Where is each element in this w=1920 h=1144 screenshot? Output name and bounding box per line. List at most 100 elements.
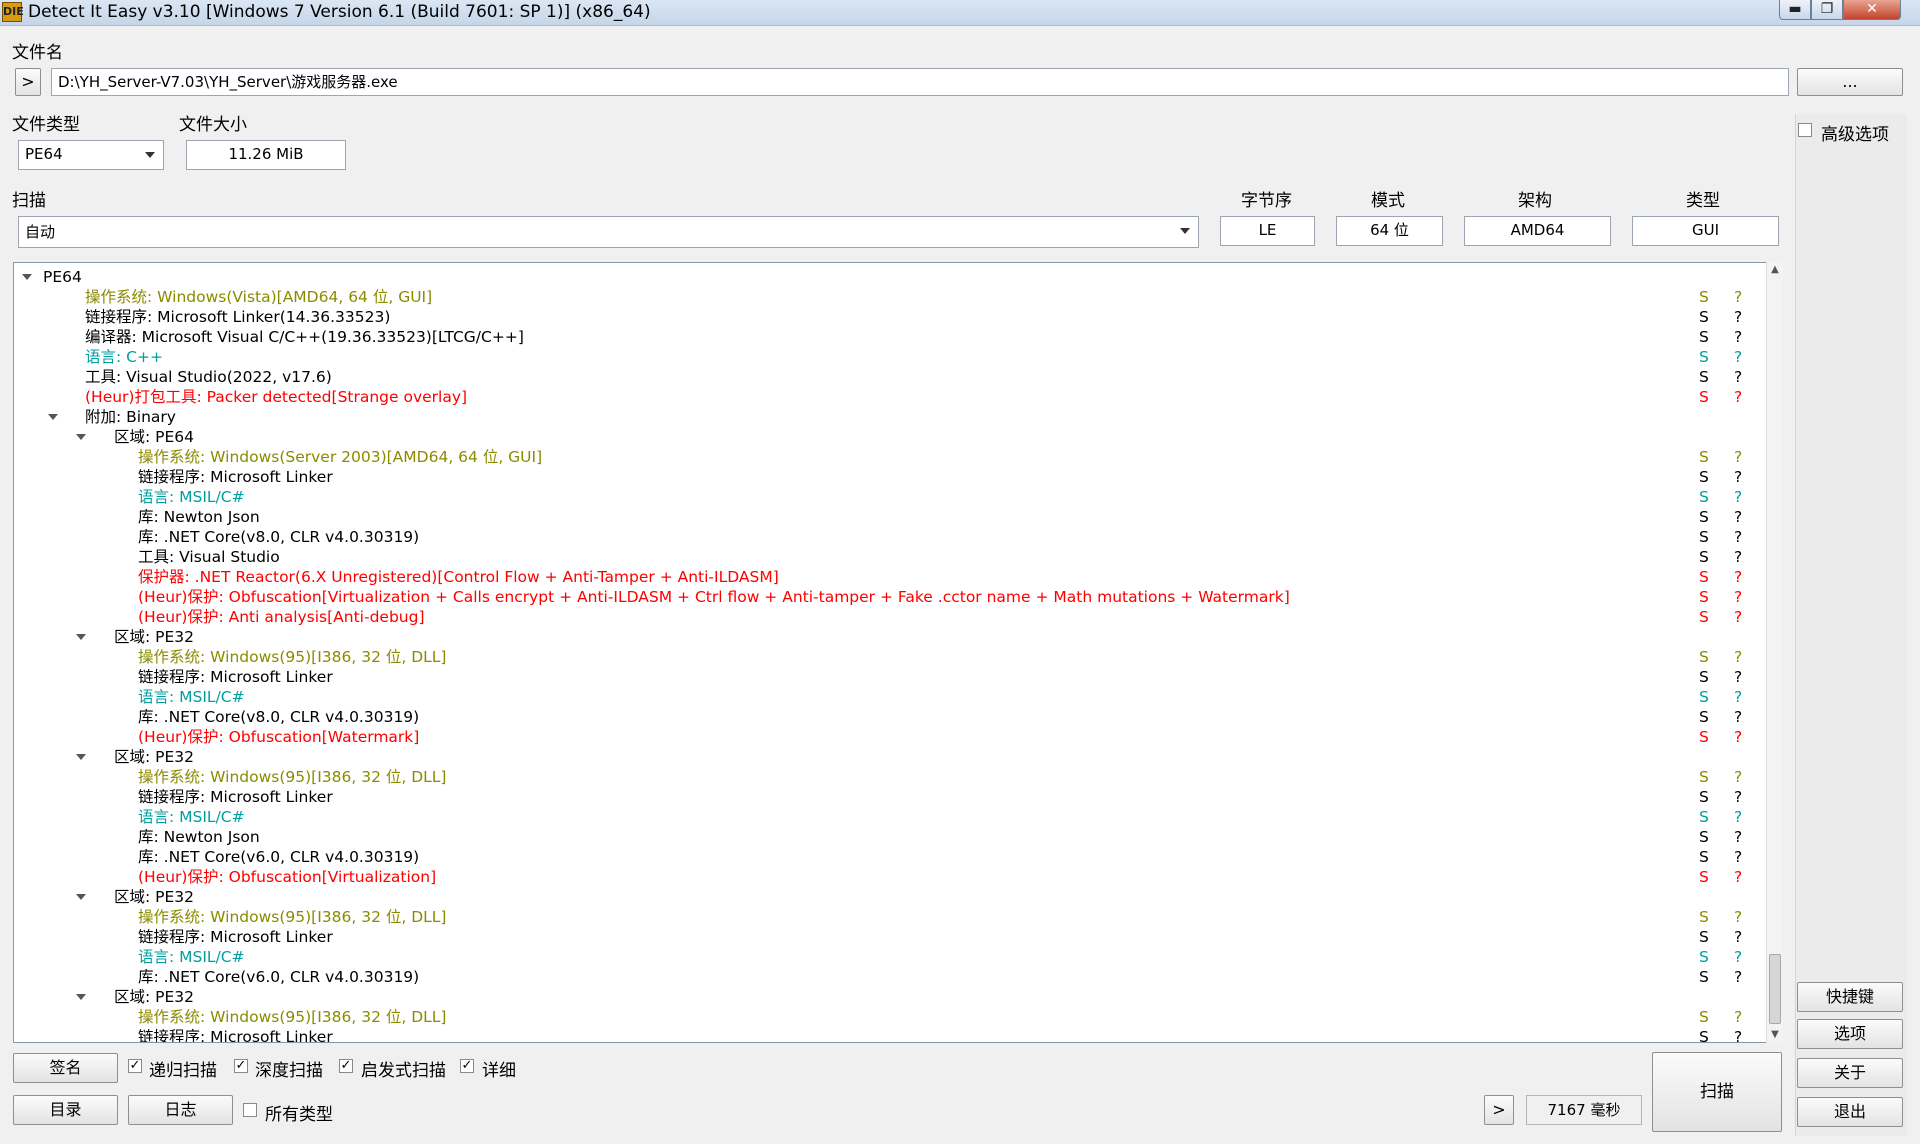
signature-flag-q[interactable]: ?: [1734, 947, 1742, 967]
tree-row[interactable]: 操作系统: Windows(Server 2003)[AMD64, 64 位, …: [14, 447, 1759, 467]
signature-flag-s[interactable]: S: [1699, 947, 1709, 967]
elapsed-toggle-button[interactable]: >: [1484, 1095, 1514, 1125]
signature-flag-q[interactable]: ?: [1734, 787, 1742, 807]
tree-row[interactable]: 编译器: Microsoft Visual C/C++(19.36.33523)…: [14, 327, 1759, 347]
minimize-button[interactable]: ▬: [1779, 0, 1811, 20]
tree-row[interactable]: 操作系统: Windows(95)[I386, 32 位, DLL] S?: [14, 1007, 1759, 1027]
results-tree[interactable]: PE64 操作系统: Windows(Vista)[AMD64, 64 位, GU…: [13, 262, 1783, 1043]
expand-arrow-icon[interactable]: [76, 894, 86, 900]
signature-flag-s[interactable]: S: [1699, 507, 1709, 527]
tree-row[interactable]: (Heur)保护: Obfuscation[Watermark] S?: [14, 727, 1759, 747]
scroll-down-arrow-icon[interactable]: ▼: [1767, 1027, 1783, 1043]
signature-flag-s[interactable]: S: [1699, 327, 1709, 347]
signature-flag-q[interactable]: ?: [1734, 907, 1742, 927]
signature-flag-q[interactable]: ?: [1734, 447, 1742, 467]
tree-row[interactable]: 操作系统: Windows(95)[I386, 32 位, DLL] S?: [14, 767, 1759, 787]
expand-arrow-icon[interactable]: [48, 414, 58, 420]
signature-flag-s[interactable]: S: [1699, 487, 1709, 507]
signature-flag-q[interactable]: ?: [1734, 527, 1742, 547]
signature-flag-q[interactable]: ?: [1734, 387, 1742, 407]
signature-flag-s[interactable]: S: [1699, 787, 1709, 807]
signature-flag-q[interactable]: ?: [1734, 807, 1742, 827]
signature-flag-s[interactable]: S: [1699, 807, 1709, 827]
signature-flag-s[interactable]: S: [1699, 827, 1709, 847]
maximize-button[interactable]: ❐: [1811, 0, 1843, 20]
vertical-scrollbar[interactable]: ▲ ▼: [1766, 262, 1783, 1043]
tree-row[interactable]: 附加: Binary: [14, 407, 1759, 427]
signature-flag-s[interactable]: S: [1699, 287, 1709, 307]
tree-row[interactable]: 语言: MSIL/C# S?: [14, 487, 1759, 507]
expand-arrow-icon[interactable]: [22, 274, 32, 280]
tree-row[interactable]: 库: Newton Json S?: [14, 827, 1759, 847]
tree-row[interactable]: 库: .NET Core(v6.0, CLR v4.0.30319) S?: [14, 847, 1759, 867]
signature-flag-s[interactable]: S: [1699, 727, 1709, 747]
signature-flag-s[interactable]: S: [1699, 667, 1709, 687]
signature-flag-q[interactable]: ?: [1734, 567, 1742, 587]
tree-row[interactable]: 库: Newton Json S?: [14, 507, 1759, 527]
signature-flag-q[interactable]: ?: [1734, 767, 1742, 787]
signature-flag-s[interactable]: S: [1699, 647, 1709, 667]
tree-row[interactable]: 链接程序: Microsoft Linker S?: [14, 467, 1759, 487]
signature-flag-s[interactable]: S: [1699, 907, 1709, 927]
tree-row[interactable]: 链接程序: Microsoft Linker S?: [14, 1027, 1759, 1042]
scan-button[interactable]: 扫描: [1652, 1052, 1782, 1132]
advanced-options-checkbox[interactable]: [1798, 123, 1812, 137]
signature-flag-q[interactable]: ?: [1734, 547, 1742, 567]
signature-flag-q[interactable]: ?: [1734, 327, 1742, 347]
signature-flag-q[interactable]: ?: [1734, 287, 1742, 307]
tree-row[interactable]: 区域: PE32: [14, 627, 1759, 647]
tree-row[interactable]: 链接程序: Microsoft Linker S?: [14, 787, 1759, 807]
tree-row[interactable]: 语言: MSIL/C# S?: [14, 807, 1759, 827]
signature-flag-q[interactable]: ?: [1734, 607, 1742, 627]
signature-flag-q[interactable]: ?: [1734, 827, 1742, 847]
signature-flag-s[interactable]: S: [1699, 927, 1709, 947]
tree-row[interactable]: 语言: C++ S?: [14, 347, 1759, 367]
scroll-up-arrow-icon[interactable]: ▲: [1767, 262, 1783, 278]
signature-flag-s[interactable]: S: [1699, 1007, 1709, 1027]
signature-flag-q[interactable]: ?: [1734, 687, 1742, 707]
tree-row[interactable]: 库: .NET Core(v8.0, CLR v4.0.30319) S?: [14, 707, 1759, 727]
expand-arrow-icon[interactable]: [76, 434, 86, 440]
signature-flag-s[interactable]: S: [1699, 567, 1709, 587]
file-type-select[interactable]: PE64: [18, 140, 164, 170]
recursive-scan-checkbox[interactable]: ✓: [128, 1059, 142, 1073]
log-button[interactable]: 日志: [128, 1095, 233, 1125]
tree-row[interactable]: PE64: [14, 267, 1759, 287]
signature-flag-q[interactable]: ?: [1734, 367, 1742, 387]
file-path-input[interactable]: D:\YH_Server-V7.03\YH_Server\游戏服务器.exe: [51, 68, 1789, 96]
tree-row[interactable]: 保护器: .NET Reactor(6.X Unregistered)[Cont…: [14, 567, 1759, 587]
signature-flag-s[interactable]: S: [1699, 347, 1709, 367]
expand-arrow-icon[interactable]: [76, 754, 86, 760]
tree-row[interactable]: 操作系统: Windows(95)[I386, 32 位, DLL] S?: [14, 907, 1759, 927]
tree-row[interactable]: 操作系统: Windows(Vista)[AMD64, 64 位, GUI] S?: [14, 287, 1759, 307]
tree-row[interactable]: 工具: Visual Studio S?: [14, 547, 1759, 567]
signature-flag-q[interactable]: ?: [1734, 847, 1742, 867]
tree-row[interactable]: (Heur)保护: Obfuscation[Virtualization] S?: [14, 867, 1759, 887]
signatures-button[interactable]: 签名: [13, 1053, 118, 1083]
heuristic-scan-checkbox[interactable]: ✓: [339, 1059, 353, 1073]
signature-flag-q[interactable]: ?: [1734, 707, 1742, 727]
signature-flag-s[interactable]: S: [1699, 767, 1709, 787]
signature-flag-s[interactable]: S: [1699, 1027, 1709, 1042]
signature-flag-q[interactable]: ?: [1734, 647, 1742, 667]
signature-flag-q[interactable]: ?: [1734, 727, 1742, 747]
signature-flag-s[interactable]: S: [1699, 867, 1709, 887]
tree-row[interactable]: 链接程序: Microsoft Linker S?: [14, 927, 1759, 947]
tree-row[interactable]: (Heur)打包工具: Packer detected[Strange over…: [14, 387, 1759, 407]
exit-button[interactable]: 退出: [1797, 1097, 1903, 1127]
tree-row[interactable]: 语言: MSIL/C# S?: [14, 687, 1759, 707]
tree-row[interactable]: 区域: PE32: [14, 887, 1759, 907]
signature-flag-q[interactable]: ?: [1734, 1027, 1742, 1042]
signature-flag-s[interactable]: S: [1699, 307, 1709, 327]
signature-flag-q[interactable]: ?: [1734, 667, 1742, 687]
browse-button[interactable]: ...: [1797, 68, 1903, 96]
signature-flag-s[interactable]: S: [1699, 367, 1709, 387]
signature-flag-s[interactable]: S: [1699, 847, 1709, 867]
verbose-checkbox[interactable]: ✓: [460, 1059, 474, 1073]
signature-flag-s[interactable]: S: [1699, 547, 1709, 567]
signature-flag-s[interactable]: S: [1699, 707, 1709, 727]
tree-row[interactable]: 区域: PE64: [14, 427, 1759, 447]
signature-flag-q[interactable]: ?: [1734, 307, 1742, 327]
tree-row[interactable]: 区域: PE32: [14, 987, 1759, 1007]
shortcuts-button[interactable]: 快捷键: [1797, 982, 1903, 1012]
